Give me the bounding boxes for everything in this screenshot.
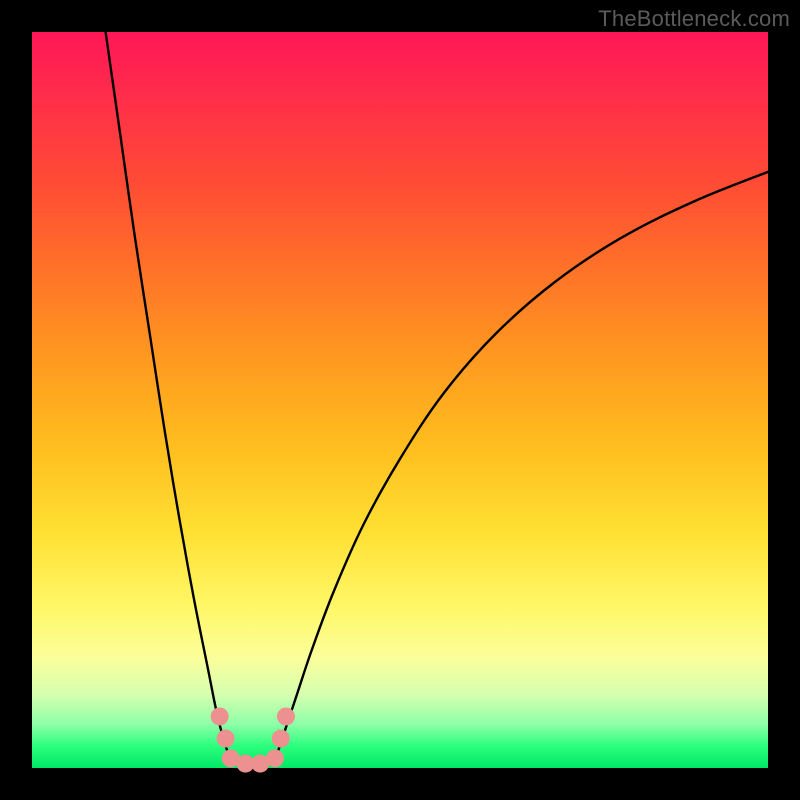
chart-frame: TheBottleneck.com (0, 0, 800, 800)
marker-left-dot-2 (217, 730, 235, 748)
chart-svg (32, 32, 768, 768)
series-right-curve (275, 172, 768, 761)
marker-left-dot-1 (211, 707, 229, 725)
marker-right-dot-1 (266, 749, 284, 767)
series-group (106, 32, 768, 764)
plot-area (32, 32, 768, 768)
marker-group (211, 707, 295, 772)
series-left-curve (106, 32, 231, 761)
watermark-text: TheBottleneck.com (598, 6, 790, 32)
marker-right-dot-3 (277, 707, 295, 725)
marker-right-dot-2 (272, 730, 290, 748)
